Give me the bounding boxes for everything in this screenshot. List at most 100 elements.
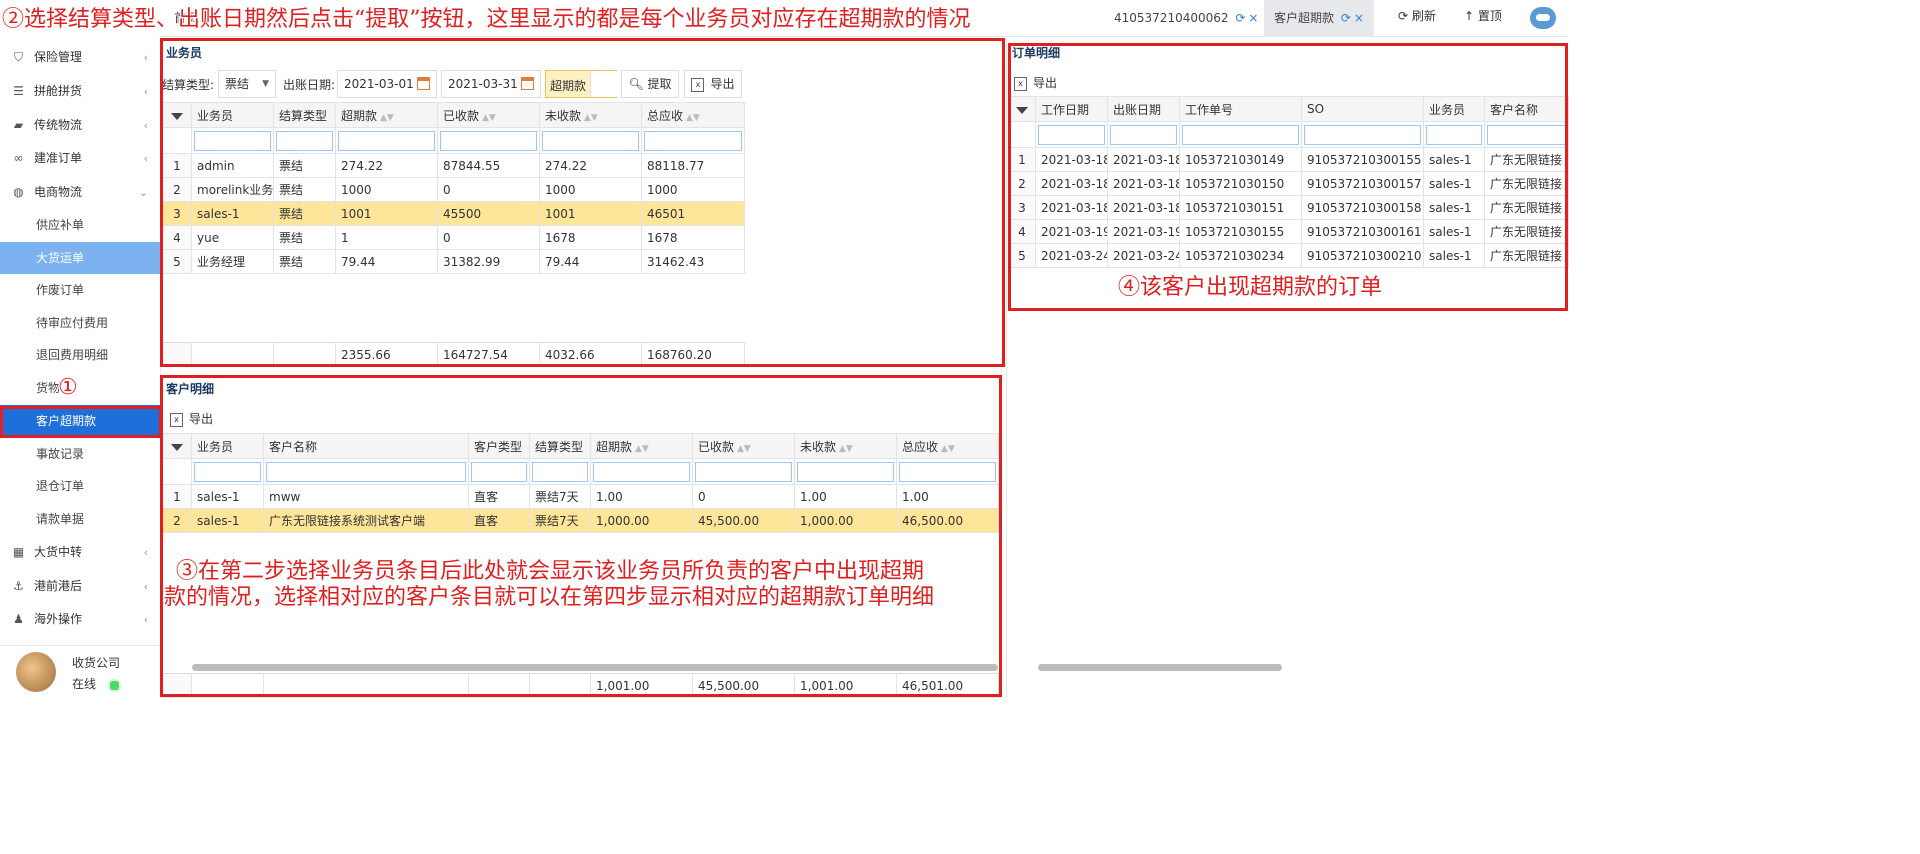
table-row[interactable]: 2morelink业务员票结1000010001000 xyxy=(162,177,745,202)
filter-input[interactable] xyxy=(1038,124,1105,145)
sidebar-item-traditional-logistics[interactable]: ▰ 传统物流 ‹ xyxy=(0,109,160,142)
table-row[interactable]: 2 2021-03-18 2021-03-18 1053721030150 910537… xyxy=(1008,171,1569,196)
filter-input[interactable] xyxy=(1426,124,1482,145)
table-row[interactable]: 5 业务经理 票结 79.44 31382.99 79.44 31462.43 xyxy=(162,249,745,274)
table-row[interactable]: 3 sales-1 票结 1001 45500 1001 46501 xyxy=(162,201,745,226)
refresh-tab-icon[interactable]: ⟳ xyxy=(1235,11,1245,25)
column-header[interactable]: 未收款 ▲▼ xyxy=(539,102,642,128)
table-row[interactable]: 4 yue 票结 1 0 1678 1678 xyxy=(162,225,745,250)
column-header[interactable]: 已收款 ▲▼ xyxy=(437,102,540,128)
sidebar-item-overseas[interactable]: ♟ 海外操作 ‹ xyxy=(0,603,160,636)
sidebar-sub-customer-overdue[interactable]: 客户超期款 xyxy=(0,405,160,437)
close-icon[interactable]: × xyxy=(1354,11,1364,25)
sidebar-sub-incidents[interactable]: 事故记录 xyxy=(0,438,160,470)
filter-icon[interactable] xyxy=(162,102,192,128)
filter-input[interactable] xyxy=(338,130,435,151)
order-horizontal-scrollbar[interactable] xyxy=(1038,664,1282,671)
filter-icon[interactable] xyxy=(162,433,192,459)
filter-input[interactable] xyxy=(644,130,742,151)
filter-input[interactable] xyxy=(276,130,333,151)
column-header[interactable]: SO xyxy=(1301,96,1424,122)
table-cell: 2021-03-18 xyxy=(1107,147,1180,172)
sidebar-sub-return-orders[interactable]: 退仓订单 xyxy=(0,470,160,502)
column-header[interactable]: 出账日期 xyxy=(1107,96,1180,122)
table-row[interactable]: 3 2021-03-18 2021-03-18 1053721030151 910537… xyxy=(1008,195,1569,220)
table-row[interactable]: 1 admin 票结 274.22 87844.55 274.22 88118.77 xyxy=(162,153,745,178)
avatar[interactable] xyxy=(16,652,56,692)
row-number: 3 xyxy=(162,201,192,226)
filter-input[interactable] xyxy=(899,461,996,482)
filter-input[interactable] xyxy=(266,461,466,482)
filter-input[interactable] xyxy=(471,461,527,482)
table-row[interactable]: 1 sales-1 mww 直客 票结7天 1.00 0 1.00 1.00 xyxy=(162,484,999,509)
sidebar-item-port[interactable]: ⚓ 港前港后 ‹ xyxy=(0,570,160,603)
filter-input[interactable] xyxy=(695,461,792,482)
sidebar-sub-refund-details[interactable]: 退回费用明细 xyxy=(0,339,160,371)
table-cell: 2021-03-19 xyxy=(1035,219,1108,244)
table-row[interactable]: 5 2021-03-24 2021-03-24 1053721030234 910537… xyxy=(1008,243,1569,268)
column-header[interactable]: 超期款 ▲▼ xyxy=(335,102,438,128)
filter-input[interactable] xyxy=(797,461,894,482)
calendar-icon[interactable] xyxy=(521,77,534,90)
fetch-button[interactable]: 🔍︎ 提取 xyxy=(621,70,679,98)
filter-input[interactable] xyxy=(1182,124,1299,145)
sidebar-sub-supply[interactable]: 供应补单 xyxy=(0,209,160,241)
customer-export-button[interactable]: x 导出 xyxy=(170,410,213,427)
filter-icon[interactable] xyxy=(1008,96,1036,122)
sidebar-item-insurance[interactable]: ⛉ 保险管理 ‹ xyxy=(0,41,160,74)
column-header[interactable]: 总应收 ▲▼ xyxy=(641,102,745,128)
column-header[interactable]: 客户名称 xyxy=(1484,96,1569,122)
filter-input[interactable] xyxy=(1304,124,1421,145)
refresh-button[interactable]: ⟳ 刷新 xyxy=(1398,0,1436,36)
order-export-button[interactable]: x 导出 xyxy=(1014,74,1057,91)
tab-customer-overdue[interactable]: 客户超期款 ⟳ × xyxy=(1264,0,1374,36)
sidebar-item-bulk-transit[interactable]: ▦ 大货中转 ‹ xyxy=(0,536,160,569)
table-row[interactable]: 4 2021-03-19 2021-03-19 1053721030155 910537… xyxy=(1008,219,1569,244)
column-header[interactable]: 业务员 xyxy=(191,102,274,128)
column-header[interactable]: 工作日期 xyxy=(1035,96,1108,122)
table-row[interactable]: 1 2021-03-18 2021-03-18 1053721030149 910537… xyxy=(1008,147,1569,172)
robot-icon[interactable] xyxy=(1530,7,1556,29)
sidebar-sub-void-orders[interactable]: 作废订单 xyxy=(0,274,160,306)
refresh-tab-icon[interactable]: ⟳ xyxy=(1341,11,1351,25)
customer-totals: 1,001.00 45,500.00 1,001.00 46,501.00 xyxy=(162,673,999,698)
table-header-row: 业务员 客户名称 客户类型 结算类型 超期款 ▲▼ 已收款 ▲▼ 未收款 ▲▼ 总应收… xyxy=(162,433,999,459)
tab-order-no[interactable]: 410537210400062 ⟳ × xyxy=(1114,0,1258,36)
salesman-export-button[interactable]: x 导出 xyxy=(684,70,742,98)
sidebar-sub-bulk-waybill[interactable]: 大货运单 xyxy=(0,242,160,274)
close-icon[interactable]: × xyxy=(1248,11,1258,25)
customer-horizontal-scrollbar[interactable] xyxy=(192,664,998,671)
column-header[interactable]: 结算类型 xyxy=(273,102,336,128)
table-row[interactable]: 2 sales-1 广东无限链接系统测试客户端 直客 票结7天 1,000.00 45,50… xyxy=(162,508,999,533)
column-header[interactable]: 客户类型 xyxy=(468,433,530,459)
column-header[interactable]: 客户名称 xyxy=(263,433,469,459)
sidebar-item-consolidation[interactable]: ☰ 拼舱拼货 ‹ xyxy=(0,75,160,108)
filter-input[interactable] xyxy=(194,461,261,482)
sidebar-sub-pending-payables[interactable]: 待审应付费用 xyxy=(0,307,160,339)
filter-input[interactable] xyxy=(593,461,690,482)
column-header[interactable]: 业务员 xyxy=(1423,96,1485,122)
filter-input[interactable] xyxy=(440,130,537,151)
settle-type-select[interactable]: 票结 ▼ xyxy=(218,70,276,98)
column-header[interactable]: 工作单号 xyxy=(1179,96,1302,122)
column-header[interactable]: 总应收 ▲▼ xyxy=(896,433,999,459)
date-to-input[interactable]: 2021-03-31 xyxy=(441,70,541,98)
column-header[interactable]: 超期款 ▲▼ xyxy=(590,433,693,459)
filter-input[interactable] xyxy=(1487,124,1566,145)
column-header[interactable]: 未收款 ▲▼ xyxy=(794,433,897,459)
column-header[interactable]: 结算类型 xyxy=(529,433,591,459)
sidebar-sub-payment-requests[interactable]: 请款单据 xyxy=(0,503,160,535)
sidebar-item-orders[interactable]: ∞ 建准订单 ‹ xyxy=(0,142,160,175)
column-header[interactable]: 业务员 xyxy=(191,433,264,459)
filter-input[interactable] xyxy=(542,130,639,151)
overdue-toggle[interactable]: 超期款 xyxy=(545,70,617,98)
sidebar-item-ecommerce[interactable]: ◍ 电商物流 ⌄ xyxy=(0,176,160,209)
date-from-input[interactable]: 2021-03-01 xyxy=(337,70,437,98)
pin-top-button[interactable]: ↑ 置顶 xyxy=(1464,0,1502,36)
sidebar-sub-goods[interactable]: 货物 xyxy=(0,372,160,404)
filter-input[interactable] xyxy=(194,130,271,151)
column-header[interactable]: 已收款 ▲▼ xyxy=(692,433,795,459)
filter-input[interactable] xyxy=(1110,124,1177,145)
calendar-icon[interactable] xyxy=(417,77,430,90)
filter-input[interactable] xyxy=(532,461,588,482)
